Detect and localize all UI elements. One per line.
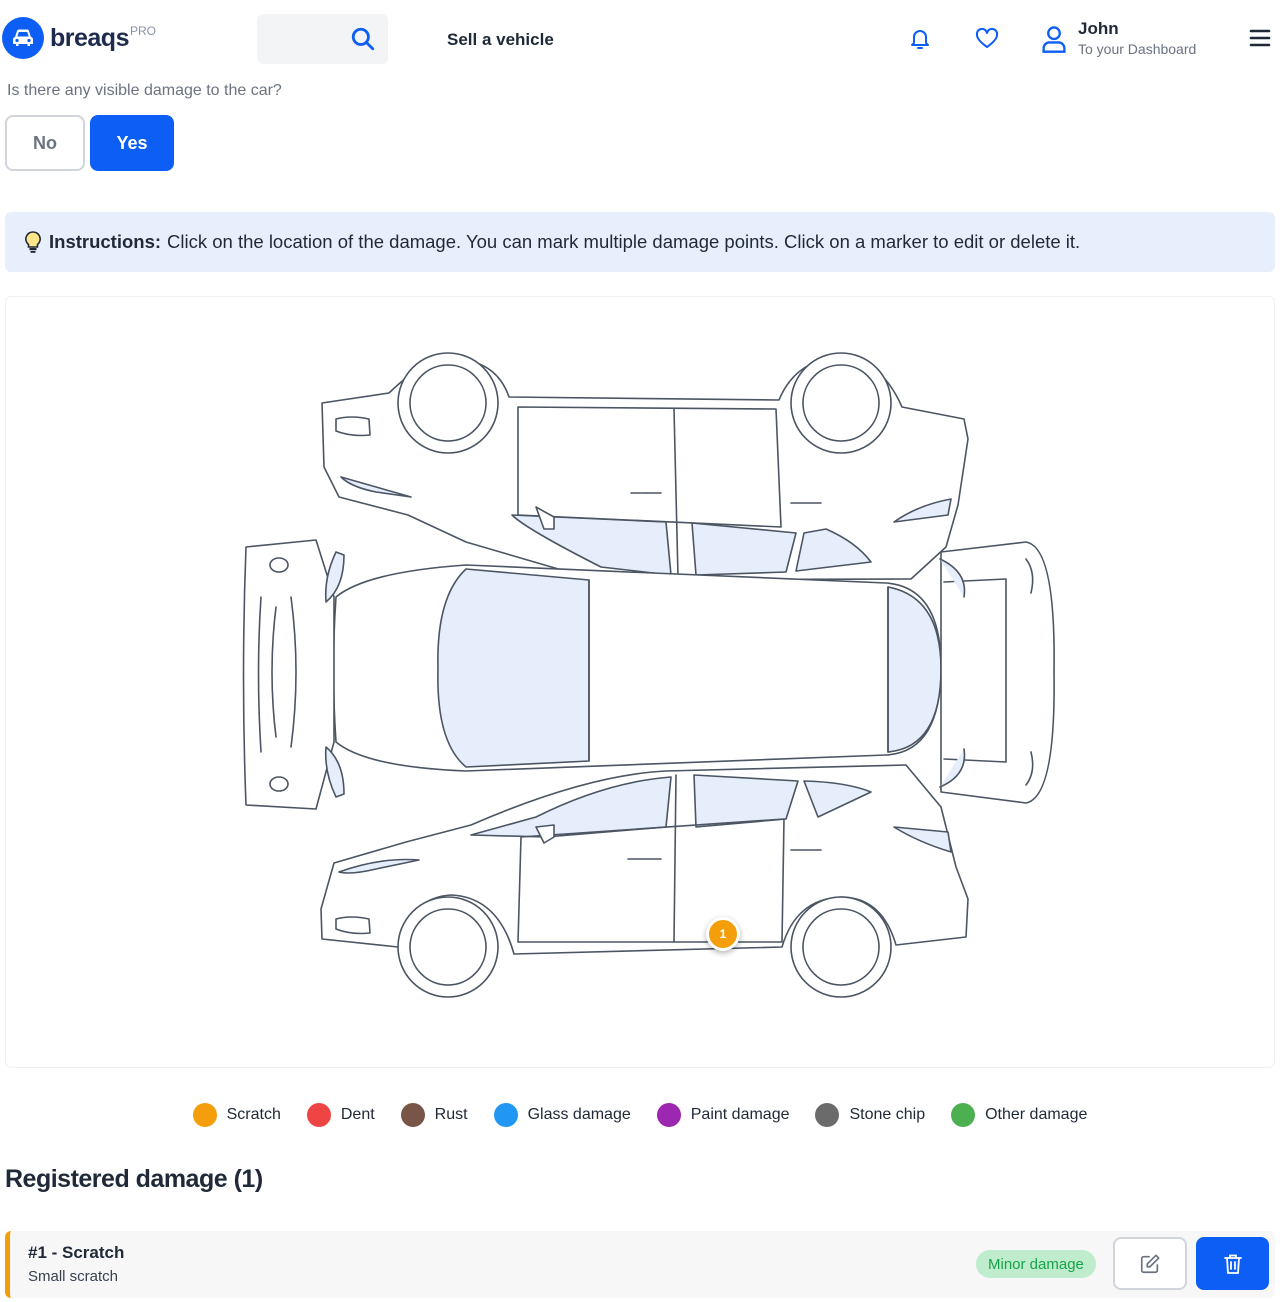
search-icon — [351, 27, 375, 51]
severity-badge: Minor damage — [976, 1250, 1096, 1278]
edit-icon — [1140, 1253, 1160, 1273]
top-header: breaqs PRO Sell a vehicle John To your D… — [0, 0, 1280, 80]
legend-label: Glass damage — [527, 1106, 631, 1123]
user-icon — [1042, 26, 1066, 53]
legend-label: Dent — [340, 1106, 375, 1123]
legend-color-dot — [400, 1103, 425, 1127]
dashboard-link-label: To your Dashboard — [1078, 41, 1197, 57]
heart-icon — [975, 27, 999, 48]
legend-color-dot — [493, 1103, 518, 1127]
damage-marker[interactable]: 1 — [706, 917, 740, 951]
car-icon — [2, 17, 44, 59]
registered-damage-title: Registered damage (1) — [5, 1165, 263, 1193]
legend-label: Other damage — [985, 1106, 1088, 1123]
notifications-button[interactable] — [906, 25, 934, 53]
menu-icon — [1249, 29, 1271, 47]
legend-color-dot — [306, 1103, 331, 1127]
user-dashboard-link[interactable]: John To your Dashboard — [1040, 18, 1196, 58]
delete-damage-button[interactable] — [1196, 1237, 1269, 1290]
car-outline-illustration[interactable] — [6, 297, 1276, 1069]
bell-icon — [911, 30, 929, 49]
logo-text: breaqs — [50, 23, 129, 52]
legend-label: Scratch — [226, 1106, 281, 1123]
favorites-button[interactable] — [973, 25, 1001, 53]
legend-label: Rust — [434, 1106, 468, 1123]
edit-damage-button[interactable] — [1113, 1237, 1187, 1290]
car-damage-diagram[interactable]: 1 — [5, 296, 1275, 1068]
legend-item: Paint damage — [656, 1103, 790, 1127]
instructions-text: Click on the location of the damage. You… — [167, 231, 1081, 252]
legend-item: Other damage — [951, 1103, 1087, 1127]
logo-pro-badge: PRO — [129, 24, 156, 38]
damage-card-description: Small scratch — [28, 1268, 119, 1285]
car-side-view-bottom — [320, 764, 969, 998]
logo[interactable]: breaqs PRO — [2, 17, 156, 59]
damage-card: #1 - Scratch Small scratch Minor damage — [5, 1231, 1275, 1298]
search-button[interactable] — [257, 14, 388, 64]
menu-button[interactable] — [1248, 26, 1272, 50]
legend-color-dot — [192, 1103, 217, 1127]
damage-card-title: #1 - Scratch — [28, 1243, 125, 1262]
legend-item: Scratch — [192, 1103, 281, 1127]
lightbulb-icon — [25, 231, 41, 253]
legend-item: Rust — [400, 1103, 468, 1127]
legend-label: Paint damage — [690, 1106, 790, 1123]
legend-item: Glass damage — [493, 1103, 631, 1127]
legend-item: Stone chip — [815, 1103, 925, 1127]
trash-icon — [1223, 1254, 1242, 1274]
legend-item: Dent — [306, 1103, 375, 1127]
yes-button[interactable]: Yes — [90, 115, 174, 171]
legend-color-dot — [656, 1103, 681, 1127]
damage-question: Is there any visible damage to the car? — [7, 82, 282, 99]
legend-color-dot — [815, 1103, 840, 1127]
car-top-view — [242, 539, 1055, 810]
legend-label: Stone chip — [849, 1106, 926, 1123]
sell-vehicle-link[interactable]: Sell a vehicle — [447, 30, 554, 50]
instructions-label: Instructions: — [49, 231, 162, 252]
damage-type-legend: Scratch Dent Rust Glass damage Paint damage S… — [0, 1103, 1280, 1127]
legend-color-dot — [951, 1103, 976, 1127]
instructions-banner: Instructions: Click on the location of t… — [5, 212, 1275, 272]
user-name: John — [1078, 19, 1119, 38]
no-button[interactable]: No — [5, 115, 85, 171]
car-side-view-top — [321, 352, 969, 581]
